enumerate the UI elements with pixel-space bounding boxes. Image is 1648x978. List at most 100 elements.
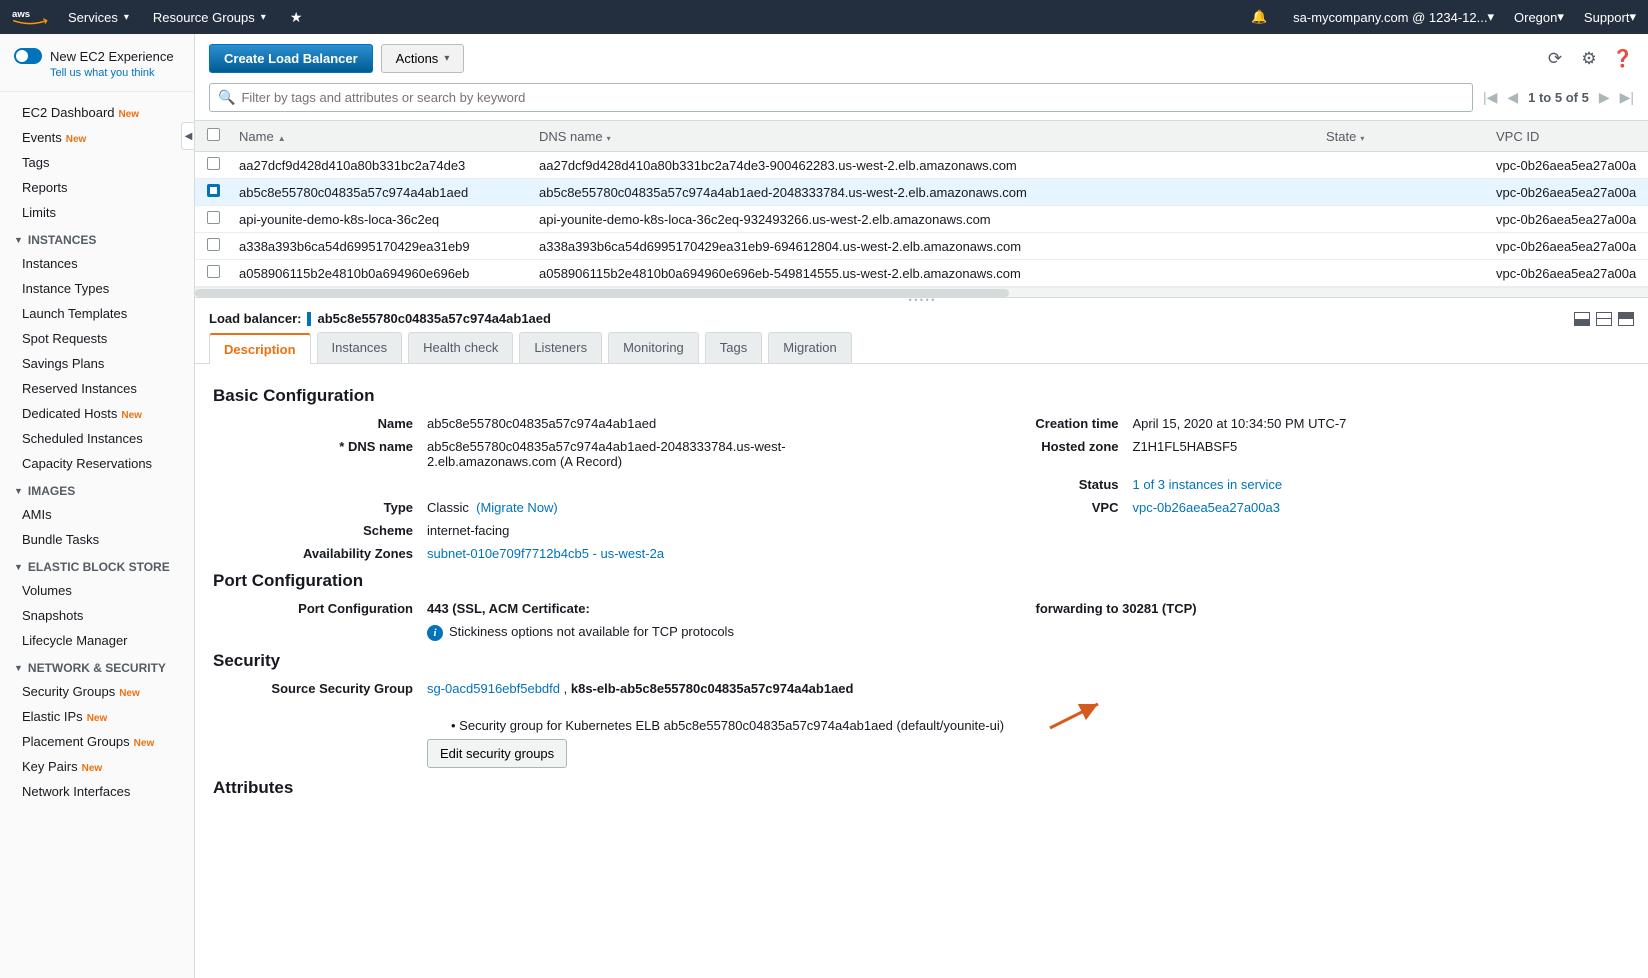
refresh-icon[interactable]: ⟳ xyxy=(1544,48,1566,70)
sort-icon: ▾ xyxy=(1360,134,1364,143)
tab-health-check[interactable]: Health check xyxy=(408,332,513,363)
label-dns: * DNS name xyxy=(213,439,413,469)
table-row[interactable]: a338a393b6ca54d6995170429ea31eb9 a338a39… xyxy=(195,233,1648,260)
create-load-balancer-button[interactable]: Create Load Balancer xyxy=(209,44,373,73)
label-type: Type xyxy=(213,500,413,515)
cell-dns: ab5c8e55780c04835a57c974a4ab1aed-2048333… xyxy=(531,179,1318,206)
row-checkbox[interactable] xyxy=(207,184,220,197)
sidebar-item[interactable]: Placement GroupsNew xyxy=(0,729,194,754)
sidebar-item[interactable]: Scheduled Instances xyxy=(0,426,194,451)
tab-migration[interactable]: Migration xyxy=(768,332,851,363)
value-creation: April 15, 2020 at 10:34:50 PM UTC-7 xyxy=(1133,416,1631,431)
sidebar-head-ebs[interactable]: ▼ELASTIC BLOCK STORE xyxy=(0,552,194,578)
triangle-down-icon: ▼ xyxy=(14,235,23,245)
link-migrate[interactable]: (Migrate Now) xyxy=(476,500,558,515)
sidebar-head-images[interactable]: ▼IMAGES xyxy=(0,476,194,502)
feedback-link[interactable]: Tell us what you think xyxy=(0,66,194,87)
pager-first-icon[interactable]: |◀ xyxy=(1483,89,1497,106)
sidebar-item[interactable]: Dedicated HostsNew xyxy=(0,401,194,426)
chevron-down-icon: ▾ xyxy=(1629,9,1636,25)
value-sg-desc: • Security group for Kubernetes ELB ab5c… xyxy=(451,718,1004,733)
select-all-checkbox[interactable] xyxy=(195,121,231,152)
tab-instances[interactable]: Instances xyxy=(317,332,403,363)
layout-split-icon[interactable] xyxy=(1596,312,1612,326)
col-vpc[interactable]: VPC ID xyxy=(1488,121,1648,152)
sidebar-item[interactable]: Instances xyxy=(0,251,194,276)
sidebar-collapse-icon[interactable]: ◀ xyxy=(181,122,195,150)
sidebar-item[interactable]: AMIs xyxy=(0,502,194,527)
table-row[interactable]: a058906115b2e4810b0a694960e696eb a058906… xyxy=(195,260,1648,287)
nav-account[interactable]: sa-mycompany.com @ 1234-12...▾ xyxy=(1293,9,1494,25)
col-name[interactable]: Name▲ xyxy=(231,121,531,152)
cell-state xyxy=(1318,233,1488,260)
sidebar-item[interactable]: Network Interfaces xyxy=(0,779,194,804)
tab-tags[interactable]: Tags xyxy=(705,332,762,363)
pager-next-icon[interactable]: ▶ xyxy=(1599,89,1610,106)
sidebar-head-instances[interactable]: ▼INSTANCES xyxy=(0,225,194,251)
sidebar-item[interactable]: Bundle Tasks xyxy=(0,527,194,552)
pager-prev-icon[interactable]: ◀ xyxy=(1507,89,1518,106)
nav-region[interactable]: Oregon▾ xyxy=(1514,9,1564,25)
row-checkbox[interactable] xyxy=(207,238,220,251)
detail-tabs: DescriptionInstancesHealth checkListener… xyxy=(195,332,1648,364)
nav-notifications[interactable]: 🔔 xyxy=(1251,9,1273,25)
svg-text:aws: aws xyxy=(12,9,30,20)
toggle-switch-icon[interactable] xyxy=(14,48,42,64)
col-dns[interactable]: DNS name▾ xyxy=(531,121,1318,152)
filter-input[interactable] xyxy=(241,90,1464,105)
sidebar-item[interactable]: Savings Plans xyxy=(0,351,194,376)
nav-pin-icon[interactable]: ★ xyxy=(290,9,303,26)
layout-bottom-icon[interactable] xyxy=(1574,312,1590,326)
load-balancer-table: Name▲ DNS name▾ State▾ VPC ID aa27dcf9d4… xyxy=(195,121,1648,287)
search-icon: 🔍 xyxy=(218,89,235,106)
new-badge: New xyxy=(134,738,155,749)
nav-support[interactable]: Support▾ xyxy=(1584,9,1636,25)
sidebar-item[interactable]: Elastic IPsNew xyxy=(0,704,194,729)
value-port-fwd: forwarding to 30281 (TCP) xyxy=(1036,601,1631,616)
tab-monitoring[interactable]: Monitoring xyxy=(608,332,699,363)
new-experience-toggle[interactable]: New EC2 Experience xyxy=(0,44,194,66)
sidebar-item[interactable]: Key PairsNew xyxy=(0,754,194,779)
sidebar-item[interactable]: Volumes xyxy=(0,578,194,603)
actions-button[interactable]: Actions▾ xyxy=(381,44,465,73)
sidebar-item[interactable]: Reserved Instances xyxy=(0,376,194,401)
nav-resource-groups[interactable]: Resource Groups▾ xyxy=(153,10,266,25)
layout-top-icon[interactable] xyxy=(1618,312,1634,326)
sidebar-item[interactable]: Instance Types xyxy=(0,276,194,301)
sidebar-item[interactable]: Security GroupsNew xyxy=(0,679,194,704)
sidebar-item[interactable]: Capacity Reservations xyxy=(0,451,194,476)
tab-description[interactable]: Description xyxy=(209,333,311,364)
sidebar-item[interactable]: Launch Templates xyxy=(0,301,194,326)
col-state[interactable]: State▾ xyxy=(1318,121,1488,152)
row-checkbox[interactable] xyxy=(207,157,220,170)
table-row[interactable]: api-younite-demo-k8s-loca-36c2eq api-you… xyxy=(195,206,1648,233)
value-name: ab5c8e55780c04835a57c974a4ab1aed xyxy=(427,416,925,431)
link-az[interactable]: subnet-010e709f7712b4cb5 - us-west-2a xyxy=(427,546,664,561)
aws-logo[interactable]: aws xyxy=(12,6,48,28)
pager-last-icon[interactable]: ▶| xyxy=(1620,89,1634,106)
sidebar-item[interactable]: EventsNew xyxy=(0,125,194,150)
table-row[interactable]: ab5c8e55780c04835a57c974a4ab1aed ab5c8e5… xyxy=(195,179,1648,206)
sidebar-item[interactable]: Tags xyxy=(0,150,194,175)
row-checkbox[interactable] xyxy=(207,265,220,278)
nav-services[interactable]: Services▾ xyxy=(68,10,129,25)
new-badge: New xyxy=(66,134,87,145)
table-horizontal-scrollbar[interactable] xyxy=(195,287,1648,297)
row-checkbox[interactable] xyxy=(207,211,220,224)
sidebar-item[interactable]: Limits xyxy=(0,200,194,225)
help-icon[interactable]: ❓ xyxy=(1612,48,1634,70)
link-status[interactable]: 1 of 3 instances in service xyxy=(1133,477,1283,492)
sidebar-item[interactable]: Lifecycle Manager xyxy=(0,628,194,653)
sidebar-head-netsec[interactable]: ▼NETWORK & SECURITY xyxy=(0,653,194,679)
chevron-down-icon: ▾ xyxy=(261,12,266,23)
sidebar-item[interactable]: Reports xyxy=(0,175,194,200)
link-sg[interactable]: sg-0acd5916ebf5ebdfd xyxy=(427,681,560,696)
sidebar-item[interactable]: EC2 DashboardNew xyxy=(0,100,194,125)
link-vpc[interactable]: vpc-0b26aea5ea27a00a3 xyxy=(1133,500,1280,515)
edit-security-groups-button[interactable]: Edit security groups xyxy=(427,739,567,768)
tab-listeners[interactable]: Listeners xyxy=(519,332,602,363)
sidebar-item[interactable]: Spot Requests xyxy=(0,326,194,351)
table-row[interactable]: aa27dcf9d428d410a80b331bc2a74de3 aa27dcf… xyxy=(195,152,1648,179)
settings-gear-icon[interactable]: ⚙ xyxy=(1578,48,1600,70)
sidebar-item[interactable]: Snapshots xyxy=(0,603,194,628)
